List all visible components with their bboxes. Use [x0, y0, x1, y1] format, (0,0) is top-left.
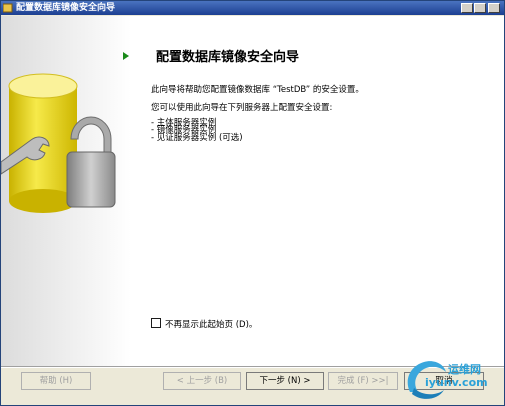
dont-show-again-label[interactable]: 不再显示此起始页 (D)。 — [165, 318, 257, 330]
watermark-url: iyunv.com — [425, 376, 488, 389]
dont-show-again-checkbox[interactable] — [151, 318, 161, 328]
close-button[interactable] — [488, 3, 500, 13]
instances-intro-text: 您可以使用此向导在下列服务器上配置安全设置: — [151, 103, 333, 113]
maximize-button[interactable] — [474, 3, 486, 13]
title-bar[interactable]: 配置数据库镜像安全向导 — [1, 1, 504, 15]
back-button[interactable]: < 上一步 (B) — [163, 372, 241, 390]
minimize-button[interactable] — [461, 3, 473, 13]
intro-text: 此向导将帮助您配置镜像数据库 “TestDB” 的安全设置。 — [151, 85, 364, 95]
step-arrow-icon — [123, 52, 129, 60]
database-lock-wrench-illustration — [1, 16, 131, 366]
wizard-content: 配置数据库镜像安全向导 此向导将帮助您配置镜像数据库 “TestDB” 的安全设… — [1, 16, 504, 366]
finish-button[interactable]: 完成 (F) >>| — [328, 372, 398, 390]
help-button[interactable]: 帮助 (H) — [21, 372, 91, 390]
page-heading: 配置数据库镜像安全向导 — [156, 50, 300, 65]
watermark-text: 运维网 — [448, 363, 481, 376]
wizard-app-icon — [3, 3, 13, 13]
window-title: 配置数据库镜像安全向导 — [16, 3, 116, 13]
wizard-window: 配置数据库镜像安全向导 配置数据库镜像安全向导 此向导将帮助您配置镜像数据库 “… — [0, 0, 505, 406]
next-button[interactable]: 下一步 (N) > — [246, 372, 324, 390]
instance-item-witness: - 见证服务器实例 (可选) — [151, 133, 243, 143]
